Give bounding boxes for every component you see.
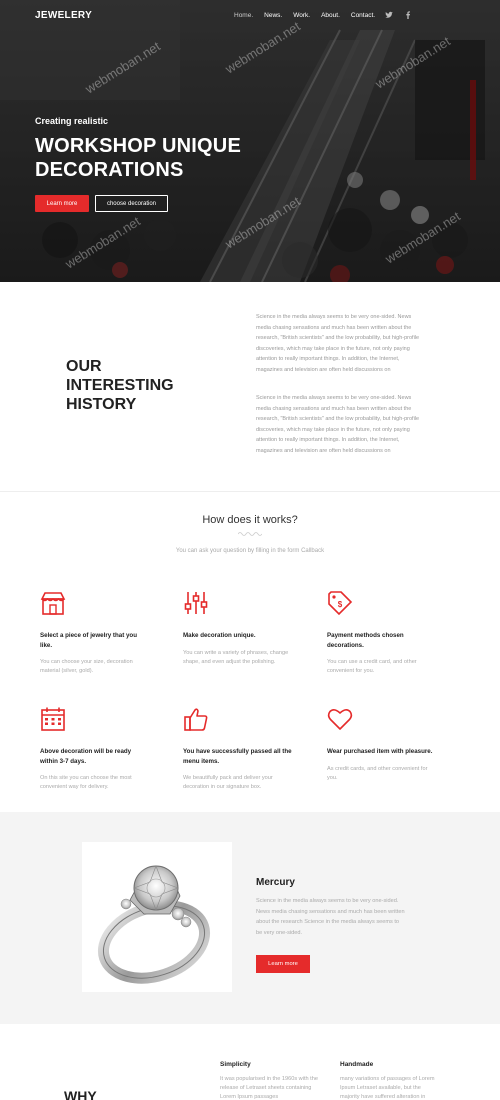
feature-title: Make decoration unique.	[183, 632, 256, 639]
how-title: How does it works?	[202, 514, 298, 526]
payment-tag-icon: $	[328, 591, 353, 616]
history-paragraph: Science in the media always seems to be …	[256, 395, 420, 454]
hero-title: WORKSHOP UNIQUE DECORATIONS	[35, 135, 241, 181]
thumbs-up-icon	[184, 708, 208, 731]
how-it-works-section: How does it works? You can ask your ques…	[0, 492, 500, 812]
why-column-text: It was popularised in the 1960s with the…	[220, 1076, 318, 1100]
product-learn-more-button[interactable]: Learn more	[256, 955, 310, 973]
hero-subtitle: Creating realistic	[35, 116, 109, 126]
top-navbar: JEWELERY Home. News. Work. About. Contac…	[0, 0, 500, 32]
twitter-icon[interactable]	[385, 11, 393, 19]
ring-image	[82, 842, 232, 992]
logo[interactable]: JEWELERY	[35, 10, 92, 21]
calendar-icon	[41, 707, 65, 731]
nav-item-about[interactable]: About.	[321, 12, 340, 19]
main-menu: Home. News. Work. About. Contact.	[234, 12, 375, 19]
wave-divider-icon	[238, 532, 262, 536]
feature-text: We beautifully pack and deliver your dec…	[183, 775, 273, 790]
feature-text: You can write a variety of phrases, chan…	[183, 649, 289, 665]
sliders-icon	[184, 592, 208, 614]
choose-decoration-button[interactable]: choose decoration	[95, 195, 168, 212]
nav-item-work[interactable]: Work.	[293, 12, 310, 19]
learn-more-button[interactable]: Learn more	[35, 195, 89, 212]
nav-item-news[interactable]: News.	[264, 12, 282, 19]
ring-image-graphic	[97, 865, 211, 984]
feature-text: As credit cards, and other convenient fo…	[327, 765, 428, 781]
feature-title: You have successfully passed all the men…	[183, 748, 292, 765]
why-section: WHY Simplicity It was popularised in the…	[0, 1024, 500, 1100]
feature-card: Make decoration unique. You can write a …	[183, 590, 293, 667]
nav-item-contact[interactable]: Contact.	[351, 12, 375, 19]
feature-card: $ Payment methods chosen decorations. Yo…	[327, 590, 437, 676]
svg-text:$: $	[338, 600, 343, 609]
nav-item-home[interactable]: Home.	[234, 12, 253, 19]
how-subtitle: You can ask your question by filling in …	[175, 548, 325, 554]
feature-title: Select a piece of jewelry that you like.	[40, 632, 137, 649]
feature-card: You have successfully passed all the men…	[183, 706, 293, 792]
feature-card: Select a piece of jewelry that you like.…	[40, 590, 150, 676]
product-section: Mercury Science in the media always seem…	[0, 812, 500, 1024]
feature-text: You can use a credit card, and other con…	[327, 659, 417, 674]
shop-icon	[40, 592, 66, 615]
why-title: WHY	[64, 1088, 97, 1100]
feature-card: Above decoration will be ready within 3-…	[40, 706, 150, 792]
feature-text: You can choose your size, decoration mat…	[40, 659, 133, 674]
feature-text: On this site you can choose the most con…	[40, 775, 132, 790]
history-title: OUR INTERESTING HISTORY	[66, 358, 174, 413]
facebook-icon[interactable]	[405, 11, 411, 19]
heart-icon	[327, 709, 353, 730]
feature-title: Above decoration will be ready within 3-…	[40, 748, 132, 765]
history-paragraph: Science in the media always seems to be …	[256, 314, 420, 373]
why-column-title: Simplicity	[220, 1061, 251, 1068]
product-description: Science in the media always seems to be …	[256, 898, 405, 936]
why-column-title: Handmade	[340, 1061, 374, 1068]
history-section: OUR INTERESTING HISTORY Science in the m…	[0, 282, 500, 492]
feature-card: Wear purchased item with pleasure. As cr…	[327, 706, 437, 783]
why-column-text: many variations of passages of Lorem Ips…	[340, 1076, 435, 1100]
hero-section: webmoban.net webmoban.net webmoban.net w…	[0, 0, 500, 282]
feature-title: Wear purchased item with pleasure.	[327, 748, 433, 755]
feature-title: Payment methods chosen decorations.	[327, 632, 404, 649]
product-title: Mercury	[256, 877, 295, 888]
